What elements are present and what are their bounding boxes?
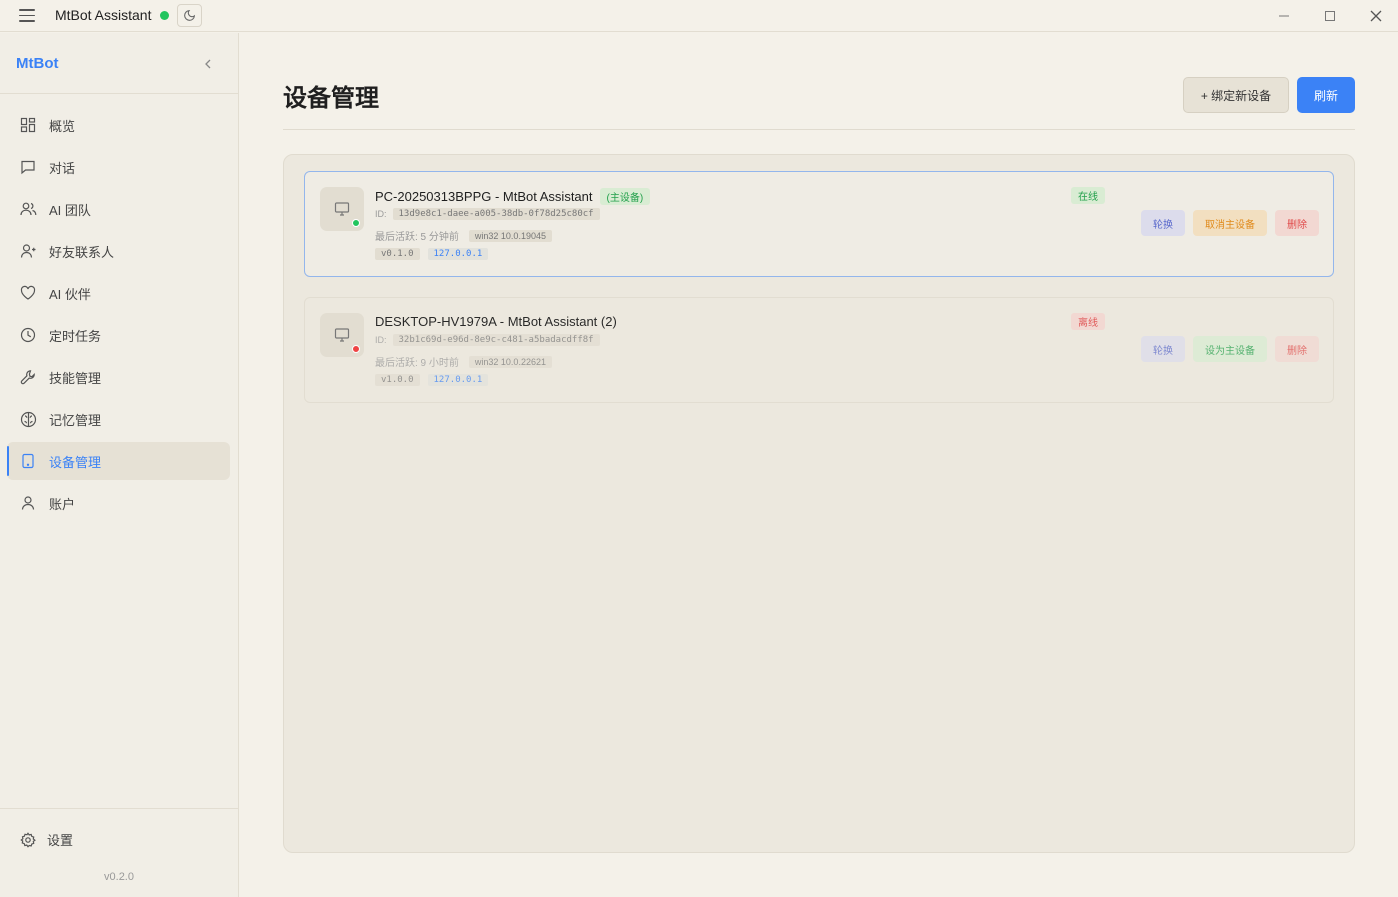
device-id-row: ID: 13d9e8c1-daee-a005-38db-0f78d25c80cf <box>375 208 600 220</box>
sidebar-item-contacts[interactable]: 好友联系人 <box>7 232 230 270</box>
tablet-icon <box>19 452 37 470</box>
sidebar-item-label: 定时任务 <box>49 328 102 344</box>
sidebar-item-label: 记忆管理 <box>49 412 102 428</box>
divider <box>0 93 238 94</box>
switch-button[interactable]: 轮换 <box>1141 210 1185 236</box>
maximize-button[interactable] <box>1315 4 1345 28</box>
device-name: DESKTOP-HV1979A - MtBot Assistant (2) <box>375 314 617 329</box>
sidebar-item-chat[interactable]: 对话 <box>7 148 230 186</box>
sidebar-item-ai-partner[interactable]: AI 伙伴 <box>7 274 230 312</box>
device-meta-row: 最后活跃: 5 分钟前 win32 10.0.19045 <box>375 228 552 243</box>
sidebar-item-label: 对话 <box>49 160 76 176</box>
sidebar-item-label: 好友联系人 <box>49 244 115 260</box>
ip-badge: 127.0.0.1 <box>427 374 489 386</box>
device-list-panel: PC-20250313BPPG - MtBot Assistant (主设备) … <box>283 154 1355 853</box>
version-badge: v1.0.0 <box>375 374 420 386</box>
refresh-button[interactable]: 刷新 <box>1297 77 1355 113</box>
device-meta-row: 最后活跃: 9 小时前 win32 10.0.22621 <box>375 354 552 369</box>
menu-icon[interactable] <box>19 9 35 22</box>
sidebar-nav: 概览 对话 AI 团队 好友联系人 AI 伙伴 定时任务 技能管理 记忆管理 设… <box>7 106 230 526</box>
moon-icon <box>184 9 196 21</box>
version-badge: v0.1.0 <box>375 248 420 260</box>
app-version: v0.2.0 <box>104 871 134 883</box>
device-name-row: PC-20250313BPPG - MtBot Assistant (主设备) <box>375 188 651 205</box>
team-icon <box>19 200 37 218</box>
ip-badge: 127.0.0.1 <box>427 248 489 260</box>
monitor-icon <box>334 328 350 342</box>
offline-indicator-dot <box>352 345 360 353</box>
brain-icon <box>19 410 37 428</box>
sidebar-item-account[interactable]: 账户 <box>7 484 230 522</box>
chat-icon <box>19 158 37 176</box>
monitor-icon <box>334 202 350 216</box>
connection-status-dot <box>160 11 169 20</box>
device-version-row: v1.0.0 127.0.0.1 <box>375 374 496 386</box>
sidebar-item-label: 设备管理 <box>49 454 102 470</box>
primary-device-tag: (主设备) <box>599 188 651 205</box>
platform-badge: win32 10.0.19045 <box>468 229 552 242</box>
gear-icon <box>19 831 37 849</box>
sidebar-item-memory[interactable]: 记忆管理 <box>7 400 230 438</box>
sidebar-item-overview[interactable]: 概览 <box>7 106 230 144</box>
device-card[interactable]: PC-20250313BPPG - MtBot Assistant (主设备) … <box>304 171 1334 277</box>
status-badge: 离线 <box>1071 313 1105 330</box>
minimize-button[interactable] <box>1269 4 1299 28</box>
sidebar: MtBot 概览 对话 AI 团队 好友联系人 AI 伙伴 定时任务 技能管理 … <box>0 33 239 897</box>
sidebar-item-skills[interactable]: 技能管理 <box>7 358 230 396</box>
heart-icon <box>19 284 37 302</box>
user-icon <box>19 494 37 512</box>
device-card[interactable]: DESKTOP-HV1979A - MtBot Assistant (2) ID… <box>304 297 1334 403</box>
status-badge: 在线 <box>1071 187 1105 204</box>
divider <box>0 808 238 809</box>
chevron-left-icon <box>205 59 211 69</box>
device-version-row: v0.1.0 127.0.0.1 <box>375 248 496 260</box>
settings-label: 设置 <box>47 833 74 848</box>
wrench-icon <box>19 368 37 386</box>
divider <box>283 129 1355 130</box>
sidebar-item-ai-team[interactable]: AI 团队 <box>7 190 230 228</box>
unset-primary-button[interactable]: 取消主设备 <box>1193 210 1267 236</box>
device-id: 32b1c69d-e96d-8e9c-c481-a5badacdff8f <box>392 334 600 346</box>
platform-badge: win32 10.0.22621 <box>468 355 552 368</box>
device-id: 13d9e8c1-daee-a005-38db-0f78d25c80cf <box>392 208 600 220</box>
sidebar-item-label: AI 伙伴 <box>49 286 91 302</box>
delete-button[interactable]: 删除 <box>1275 336 1319 362</box>
device-id-label: ID: <box>375 209 387 219</box>
sidebar-item-settings[interactable]: 设置 <box>19 830 73 849</box>
last-active: 最后活跃: 9 小时前 <box>375 358 459 369</box>
device-id-label: ID: <box>375 335 387 345</box>
close-button[interactable] <box>1361 4 1391 28</box>
switch-button[interactable]: 轮换 <box>1141 336 1185 362</box>
set-primary-button[interactable]: 设为主设备 <box>1193 336 1267 362</box>
sidebar-item-label: 概览 <box>49 118 76 134</box>
collapse-sidebar-button[interactable] <box>199 55 217 73</box>
brand-logo: MtBot <box>16 55 59 72</box>
bind-device-button[interactable]: + 绑定新设备 <box>1183 77 1289 113</box>
sidebar-item-label: 技能管理 <box>49 370 102 386</box>
online-indicator-dot <box>352 219 360 227</box>
maximize-icon <box>1325 11 1335 21</box>
theme-toggle-button[interactable] <box>177 4 202 27</box>
page-title: 设备管理 <box>283 85 379 112</box>
device-actions: 轮换 取消主设备 删除 <box>1141 210 1319 236</box>
device-name-row: DESKTOP-HV1979A - MtBot Assistant (2) <box>375 314 617 329</box>
last-active: 最后活跃: 5 分钟前 <box>375 232 459 243</box>
contact-icon <box>19 242 37 260</box>
delete-button[interactable]: 删除 <box>1275 210 1319 236</box>
device-name: PC-20250313BPPG - MtBot Assistant <box>375 189 593 204</box>
sidebar-item-label: AI 团队 <box>49 202 91 218</box>
sidebar-item-scheduled-tasks[interactable]: 定时任务 <box>7 316 230 354</box>
app-title: MtBot Assistant <box>55 7 152 23</box>
close-icon <box>1370 10 1382 22</box>
title-bar: MtBot Assistant <box>0 0 1398 32</box>
clock-icon <box>19 326 37 344</box>
device-id-row: ID: 32b1c69d-e96d-8e9c-c481-a5badacdff8f <box>375 334 600 346</box>
grid-icon <box>19 116 37 134</box>
minimize-icon <box>1279 15 1289 17</box>
sidebar-item-label: 账户 <box>49 496 76 512</box>
sidebar-item-devices[interactable]: 设备管理 <box>7 442 230 480</box>
device-actions: 轮换 设为主设备 删除 <box>1141 336 1319 362</box>
